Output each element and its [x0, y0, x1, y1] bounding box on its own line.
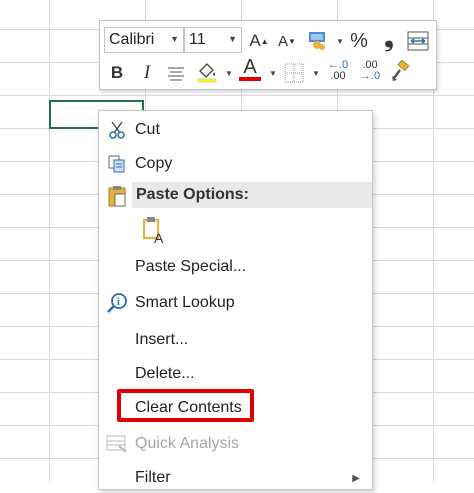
font-size-value: 11 — [189, 31, 206, 48]
percent-style-button[interactable]: % — [348, 29, 370, 53]
comma-icon: ❟ — [384, 25, 394, 52]
borders-icon — [284, 63, 304, 83]
grow-font-button[interactable]: A ▲ — [248, 29, 270, 53]
merge-center-icon — [407, 31, 429, 51]
format-painter-icon — [392, 60, 410, 81]
menu-item-quick-analysis: Quick Analysis — [99, 429, 372, 459]
fill-color-button[interactable] — [194, 59, 220, 83]
context-menu: Cut Copy Paste Options: A Paste Special.… — [98, 110, 373, 490]
copy-icon — [106, 153, 128, 175]
clipboard-icon — [106, 185, 128, 207]
chevron-down-icon[interactable]: ▼ — [269, 69, 277, 78]
quick-analysis-icon — [106, 433, 128, 455]
decrease-decimal-bottom: →.0 — [359, 70, 381, 82]
mini-toolbar: Calibri ▼ 11 ▼ A ▲ A ▼ ▼ % ❟ B I ▼ A ▼ ▼… — [99, 20, 437, 90]
borders-button[interactable] — [282, 61, 306, 85]
number-format-button[interactable] — [305, 28, 331, 52]
fill-color-icon — [197, 63, 217, 83]
accounting-format-icon — [309, 32, 325, 50]
highlight-annotation — [117, 389, 254, 422]
italic-button[interactable]: I — [136, 61, 158, 85]
svg-text:A: A — [154, 230, 164, 244]
menu-item-label: Delete... — [135, 365, 195, 382]
font-color-bar — [239, 77, 261, 81]
menu-item-label: Smart Lookup — [135, 294, 235, 311]
align-center-icon — [168, 67, 184, 81]
increase-decimal-bottom: .00 — [330, 70, 346, 82]
merge-center-button[interactable] — [406, 29, 430, 53]
bold-button[interactable]: B — [106, 61, 128, 85]
chevron-down-icon[interactable]: ▼ — [336, 37, 344, 46]
menu-item-delete[interactable]: Delete... — [99, 359, 372, 389]
shrink-font-icon: A — [278, 32, 289, 50]
font-color-button[interactable]: A — [238, 57, 262, 81]
chevron-down-icon[interactable]: ▼ — [170, 34, 179, 44]
paste-options-label: Paste Options: — [136, 186, 249, 203]
svg-text:i: i — [117, 297, 120, 308]
menu-item-copy[interactable]: Copy — [99, 149, 372, 179]
menu-item-filter[interactable]: Filter ▶ — [99, 463, 372, 493]
menu-item-label: Paste Special... — [135, 258, 247, 275]
menu-item-label: Quick Analysis — [135, 435, 240, 452]
menu-item-paste-special[interactable]: Paste Special... — [99, 252, 372, 282]
scissors-icon — [106, 119, 128, 141]
comma-style-button[interactable]: ❟ — [378, 25, 400, 52]
smart-lookup-icon: i — [106, 292, 128, 314]
font-size-box[interactable]: 11 ▼ — [184, 27, 242, 53]
menu-item-label: Filter — [135, 469, 171, 486]
shrink-font-button[interactable]: A ▼ — [276, 29, 298, 53]
chevron-down-icon[interactable]: ▼ — [312, 69, 320, 78]
menu-item-smart-lookup[interactable]: i Smart Lookup — [99, 288, 372, 318]
font-name-box[interactable]: Calibri ▼ — [104, 27, 184, 53]
format-painter-button[interactable] — [388, 59, 412, 83]
paste-options-header: Paste Options: — [132, 182, 372, 208]
menu-item-label: Insert... — [135, 331, 189, 348]
increase-decimal-button[interactable]: ←.0 .00 — [324, 59, 352, 83]
chevron-right-icon: ▶ — [352, 472, 360, 484]
bold-icon: B — [110, 63, 124, 82]
menu-item-label: Copy — [135, 155, 173, 172]
font-name-value: Calibri — [109, 31, 155, 48]
percent-icon: % — [350, 29, 368, 52]
chevron-down-icon[interactable]: ▼ — [228, 34, 237, 44]
menu-item-label: Cut — [135, 121, 160, 138]
menu-item-insert[interactable]: Insert... — [99, 325, 372, 355]
italic-icon: I — [143, 62, 151, 83]
menu-item-cut[interactable]: Cut — [99, 115, 372, 145]
align-center-button[interactable] — [164, 61, 188, 85]
grow-font-icon: A — [249, 31, 261, 50]
decrease-decimal-button[interactable]: .00 →.0 — [356, 59, 384, 83]
chevron-down-icon[interactable]: ▼ — [225, 69, 233, 78]
paste-text-only-icon: A — [143, 217, 164, 244]
font-color-icon: A — [243, 56, 257, 78]
paste-keep-text-button[interactable]: A — [139, 215, 169, 245]
